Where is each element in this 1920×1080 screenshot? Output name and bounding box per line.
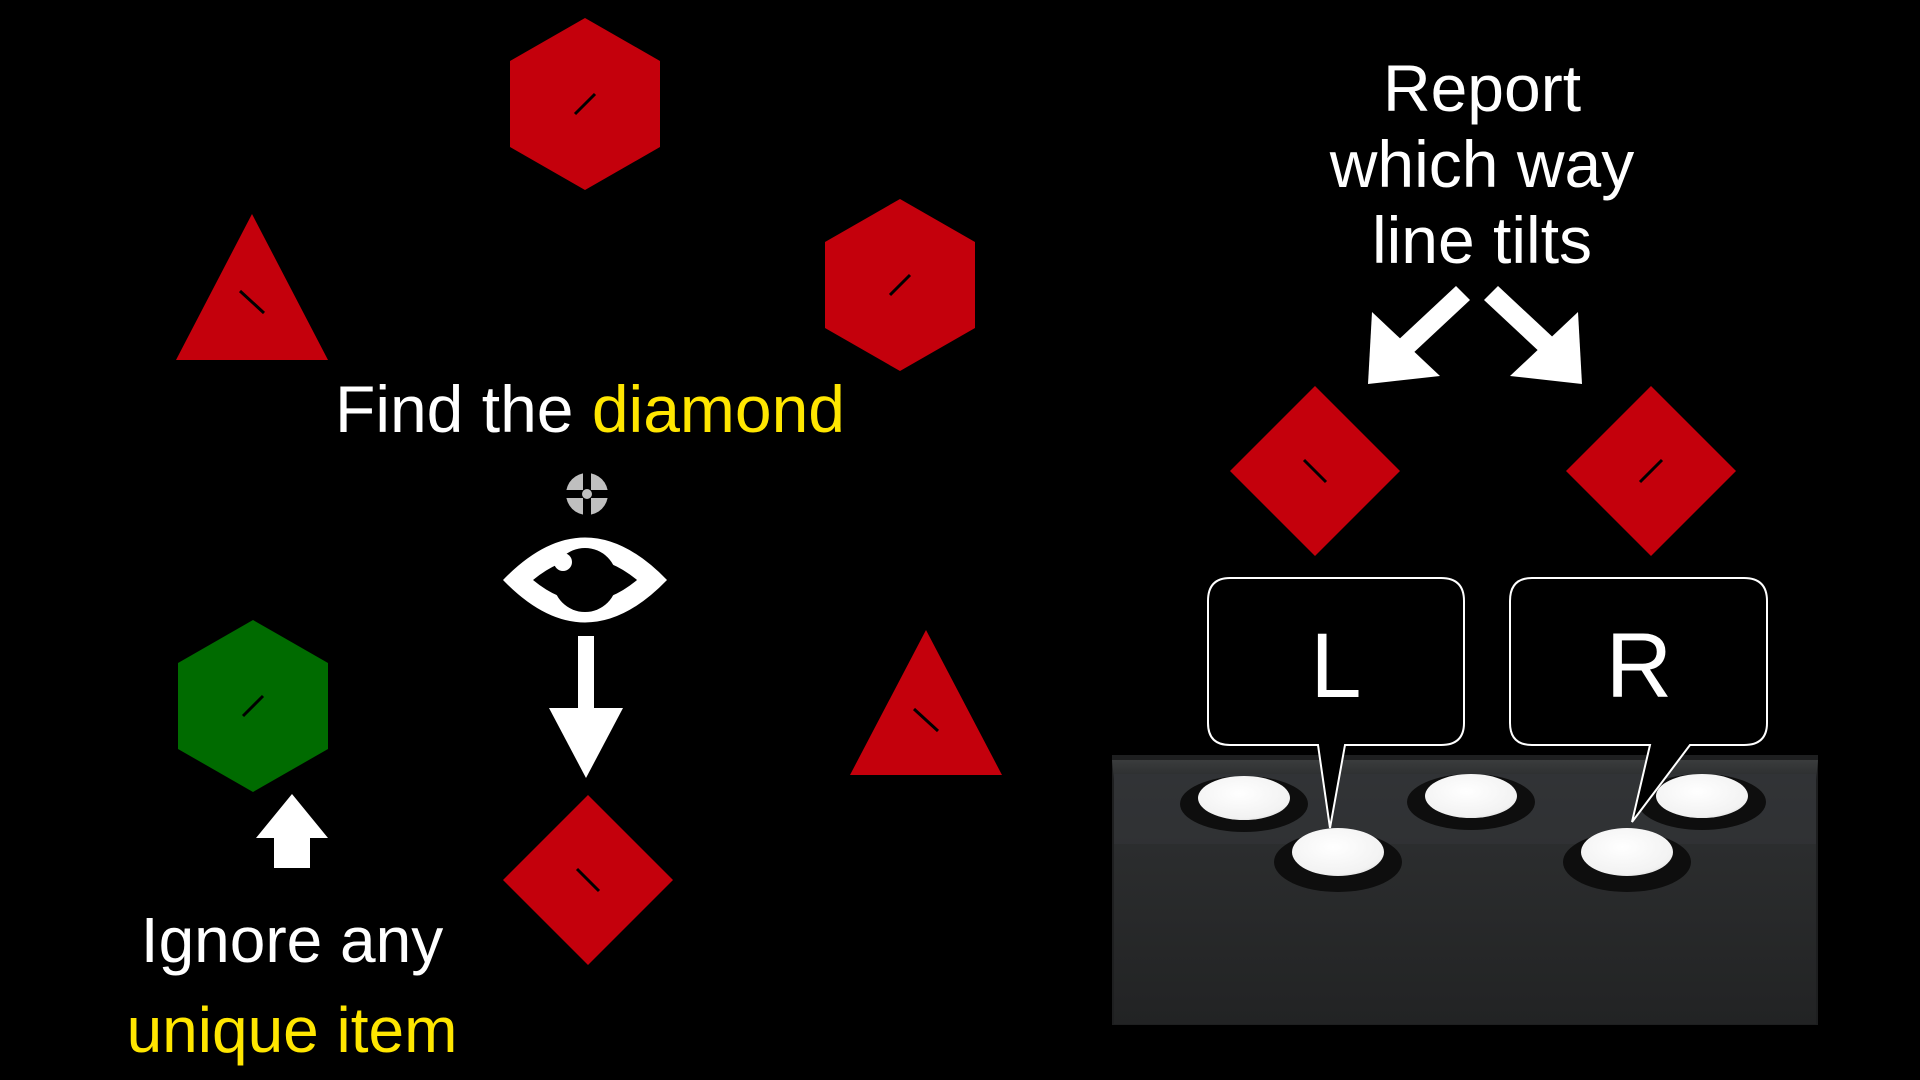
right-tilt-diamond (1566, 386, 1736, 556)
visual-search-diagram: Find the diamond Ignore any unique item … (127, 18, 1818, 1066)
red-diamond-target (503, 795, 673, 965)
down-arrow-icon (549, 636, 623, 778)
down-left-arrow-icon (1368, 286, 1470, 384)
green-hexagon-singleton (178, 620, 328, 792)
eye-icon (503, 537, 667, 623)
find-target-word: diamond (592, 372, 845, 446)
find-instruction: Find the diamond (335, 372, 845, 446)
fixation-cross-icon (564, 471, 610, 517)
red-hexagon (825, 199, 975, 371)
report-instruction-line2: which way (1329, 127, 1634, 201)
red-triangle (176, 214, 328, 360)
response-button[interactable] (1180, 776, 1308, 832)
red-triangle (850, 630, 1002, 775)
report-instruction-line3: line tilts (1372, 203, 1592, 277)
up-arrow-icon (256, 794, 328, 868)
right-key-label: R (1606, 615, 1672, 717)
ignore-instruction-line1: Ignore any (141, 904, 443, 976)
red-hexagon (510, 18, 660, 190)
report-instruction-line1: Report (1383, 51, 1581, 125)
find-prefix: Find the (335, 372, 592, 446)
down-right-arrow-icon (1484, 286, 1582, 384)
left-tilt-diamond (1230, 386, 1400, 556)
left-key-label: L (1310, 615, 1361, 717)
response-button[interactable] (1407, 774, 1535, 830)
ignore-instruction-line2: unique item (127, 994, 458, 1066)
